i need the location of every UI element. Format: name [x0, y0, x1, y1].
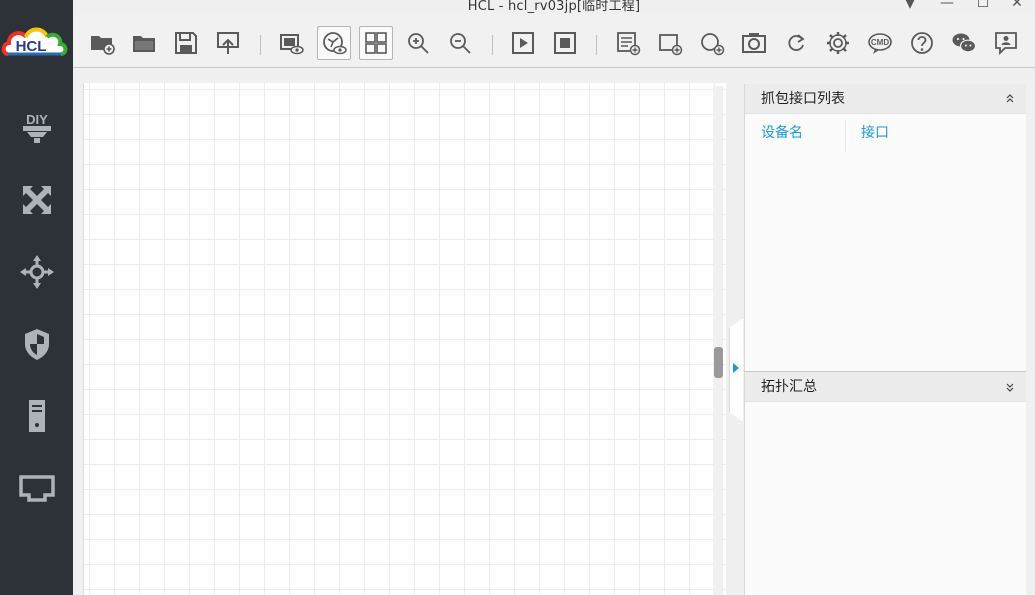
- window-title: HCL - hcl_rv03jp[临时工程]: [467, 0, 641, 14]
- sidebar-item-terminal[interactable]: [0, 460, 73, 516]
- start-all-button[interactable]: [506, 26, 540, 60]
- capture-panel-header: 抓包接口列表: [745, 84, 1026, 114]
- sidebar-item-server[interactable]: [0, 388, 73, 444]
- sidebar-item-switch[interactable]: [0, 172, 73, 228]
- settings-button[interactable]: [821, 26, 855, 60]
- toolbar-separator: [596, 35, 597, 55]
- zoom-out-icon: [450, 33, 471, 54]
- stop-all-button[interactable]: [548, 26, 582, 60]
- add-link-icon: [701, 33, 725, 56]
- collapse-up-icon: [1006, 94, 1014, 103]
- open-project-button[interactable]: [127, 26, 161, 60]
- toolbar-separator: [492, 35, 493, 55]
- export-icon: [217, 32, 239, 54]
- sidebar-item-diy[interactable]: DIY: [0, 100, 73, 156]
- topology-panel-title: 拓扑汇总: [761, 379, 817, 395]
- router-icon: [19, 255, 54, 289]
- capture-panel-toggle[interactable]: [1004, 84, 1016, 114]
- help-button[interactable]: [905, 26, 939, 60]
- topology-view-button[interactable]: [317, 26, 351, 60]
- start-icon: [512, 32, 534, 54]
- new-project-button[interactable]: [85, 26, 119, 60]
- topology-view-icon: [323, 32, 347, 55]
- device-sidebar: HCL DIY: [0, 0, 73, 595]
- settings-icon: [827, 32, 849, 54]
- logo-text: HCL: [16, 38, 47, 55]
- topology-panel-toggle[interactable]: [1004, 372, 1016, 402]
- stop-icon: [554, 32, 576, 54]
- open-folder-icon: [133, 36, 155, 52]
- add-device-icon: [659, 34, 683, 56]
- toolbar-separator: [260, 35, 261, 55]
- capture-list-button[interactable]: [611, 26, 645, 60]
- cmd-icon: CMD: [868, 33, 892, 54]
- zoom-in-icon: [408, 33, 429, 54]
- add-link-button[interactable]: [695, 26, 729, 60]
- zoom-in-button[interactable]: [401, 26, 435, 60]
- new-project-icon: [91, 36, 115, 55]
- window-right-edge: [1026, 84, 1035, 595]
- save-icon: [175, 32, 197, 54]
- svg-text:CMD: CMD: [871, 38, 889, 47]
- grid-view-button[interactable]: [359, 26, 393, 60]
- export-button[interactable]: [211, 26, 245, 60]
- title-bar: HCL - hcl_rv03jp[临时工程] ▼ — ☐ ✕: [73, 0, 1035, 14]
- dropdown-icon[interactable]: ▼: [898, 0, 922, 11]
- grid-view-icon: [365, 32, 387, 54]
- feedback-button[interactable]: [989, 26, 1023, 60]
- main-toolbar: CMD: [73, 14, 1035, 68]
- capture-interface-panel: 抓包接口列表 设备名 接口: [744, 84, 1026, 371]
- screenshot-icon: [742, 33, 766, 53]
- hcl-logo: HCL: [0, 18, 73, 68]
- save-button[interactable]: [169, 26, 203, 60]
- column-header-interface[interactable]: 接口: [861, 114, 889, 152]
- server-icon: [28, 400, 45, 432]
- add-device-button[interactable]: [653, 26, 687, 60]
- shield-icon: [24, 329, 49, 360]
- topology-canvas[interactable]: [83, 83, 726, 595]
- sidebar-item-firewall[interactable]: [0, 316, 73, 372]
- diy-icon: DIY: [22, 112, 51, 143]
- help-icon: [911, 32, 933, 54]
- column-header-device-name[interactable]: 设备名: [761, 114, 803, 152]
- canvas-scrollbar[interactable]: [713, 86, 723, 595]
- app-window: HCL DIY HCL - hcl_rv03jp[临时工程] ▼ — ☐ ✕ C…: [0, 0, 1035, 595]
- port-icon: [18, 475, 55, 502]
- canvas-scrollbar-thumb[interactable]: [714, 347, 723, 378]
- svg-text:DIY: DIY: [26, 112, 48, 127]
- wechat-icon: [952, 33, 977, 53]
- topology-summary-panel: 拓扑汇总: [744, 371, 1026, 595]
- capture-panel-title: 抓包接口列表: [761, 91, 845, 107]
- refresh-button[interactable]: [779, 26, 813, 60]
- topology-panel-header: 拓扑汇总: [745, 372, 1026, 402]
- show-label-icon: [280, 34, 304, 55]
- sidebar-item-router[interactable]: [0, 244, 73, 300]
- show-label-button[interactable]: [274, 26, 308, 60]
- expand-arrow-icon[interactable]: [733, 363, 739, 373]
- wechat-button[interactable]: [947, 26, 981, 60]
- close-icon[interactable]: ✕: [1005, 0, 1029, 11]
- zoom-out-button[interactable]: [443, 26, 477, 60]
- refresh-icon: [788, 34, 805, 51]
- maximize-icon[interactable]: ☐: [971, 0, 995, 11]
- feedback-icon: [995, 32, 1017, 56]
- minimize-icon[interactable]: —: [935, 0, 959, 11]
- cmd-button[interactable]: CMD: [863, 26, 897, 60]
- column-divider: [845, 120, 846, 152]
- capture-list-icon: [617, 32, 641, 56]
- switch-arrows-icon: [22, 186, 51, 214]
- screenshot-button[interactable]: [737, 26, 771, 60]
- collapse-down-icon: [1006, 383, 1014, 392]
